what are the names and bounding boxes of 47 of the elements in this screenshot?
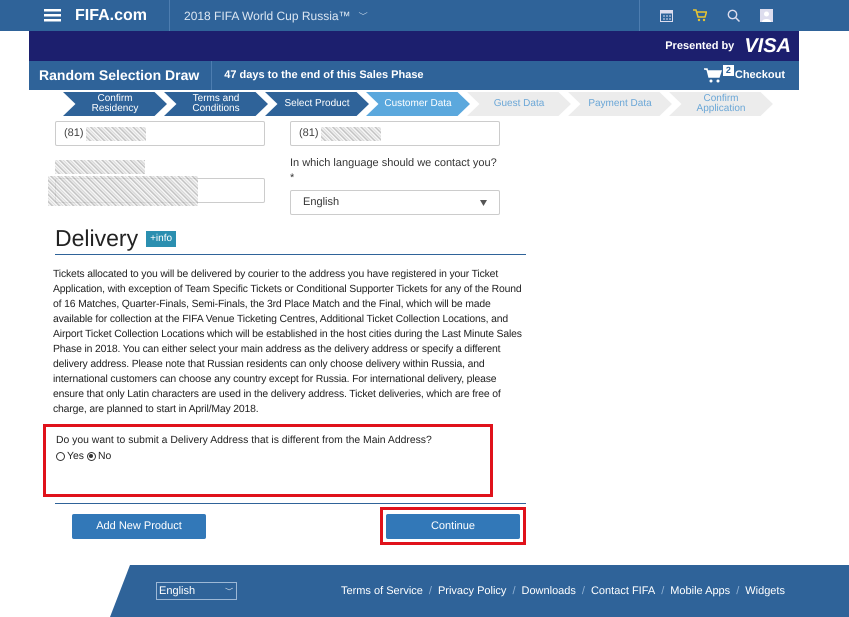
footer-link[interactable]: Contact FIFA — [590, 582, 656, 600]
delivery-heading: Delivery — [55, 225, 138, 251]
language-select[interactable]: English — [290, 190, 500, 215]
link-separator: / — [512, 584, 516, 599]
footer-link[interactable]: Mobile Apps — [670, 582, 730, 600]
footer-link[interactable]: Privacy Policy — [438, 582, 506, 600]
radio-label: Yes — [67, 450, 84, 464]
continue-button[interactable]: Continue — [386, 514, 520, 539]
phone-field[interactable]: (81) — [55, 121, 265, 146]
cart-icon[interactable] — [704, 68, 722, 83]
redacted-blur — [86, 126, 146, 140]
link-separator: / — [736, 584, 740, 599]
checkout-link[interactable]: Checkout — [734, 67, 785, 84]
delivery-question: Do you want to submit a Delivery Address that is different from the Main Address? — [56, 434, 433, 448]
progress-step[interactable]: Confirm Residency — [63, 92, 167, 116]
site-logo[interactable]: FIFA.com — [75, 4, 148, 28]
calendar-icon[interactable] — [660, 9, 673, 22]
search-icon[interactable] — [727, 9, 740, 22]
caret-icon[interactable]: ﹀ — [358, 8, 369, 23]
footer-link[interactable]: Downloads — [522, 582, 576, 600]
link-separator: / — [428, 584, 432, 599]
redacted-blur — [320, 126, 381, 140]
footer-link[interactable]: Widgets — [745, 582, 785, 600]
radio-button[interactable] — [86, 452, 96, 461]
add-product-button[interactable]: Add New Product — [72, 514, 206, 539]
caret-icon: ﹀ — [225, 584, 234, 598]
radio-label: No — [98, 450, 112, 464]
language-label: In which language should we contact you? * — [290, 156, 498, 186]
phone-field[interactable]: (81) — [290, 121, 500, 146]
dropdown-arrow-icon — [480, 200, 487, 206]
link-separator: / — [661, 584, 664, 599]
page-title: Random Selection Draw — [38, 66, 200, 85]
radio-button[interactable] — [56, 452, 65, 461]
site-title[interactable]: 2018 FIFA World Cup Russia™ — [184, 6, 351, 24]
delivery-info-paragraph: Tickets allocated to you will be delivered by courier to the address you have registered in your Ticket Application, with exception of Team Specific Tickets or Conditional Supporter Tickets for any of the Round of 16 Matches, Quarter-Finals, Semi-Finals, the 3rd Place Match and the Final, which will be made available for collection at the FIFA Venue Ticketing Centres, Additional Ticket Collection Locations, and Airport Ticket Collection Locations which will be established in the host cities during the Last Minute Sales Phase in 2018. You can either select your main address as the delivery address or specify a different delivery address. Please note that Russian residents can only choose delivery within Russia, and international customers can choose any country except for Russia. For international delivery, please ensure that only Latin characters are used in the delivery address. Ticket deliveries, which are free of charge, are planned to start in April/May 2018. — [53, 268, 523, 417]
footer-language-select[interactable]: English ﹀ — [156, 582, 237, 600]
info-badge[interactable]: +info — [146, 231, 176, 247]
menu-icon[interactable] — [44, 9, 61, 22]
link-separator: / — [582, 584, 585, 599]
cart-count-badge: 2 — [722, 65, 734, 76]
footer-link[interactable]: Terms of Service — [340, 582, 423, 600]
progress-step[interactable]: Select Product — [265, 92, 369, 116]
presented-by-text: Presented by — [665, 38, 734, 54]
sponsor-logo: VISA — [744, 34, 791, 59]
progress-step[interactable]: Terms and Conditions — [164, 92, 268, 116]
cart-icon[interactable] — [693, 9, 707, 22]
countdown-text: 47 days to the end of this Sales Phase — [224, 68, 424, 84]
